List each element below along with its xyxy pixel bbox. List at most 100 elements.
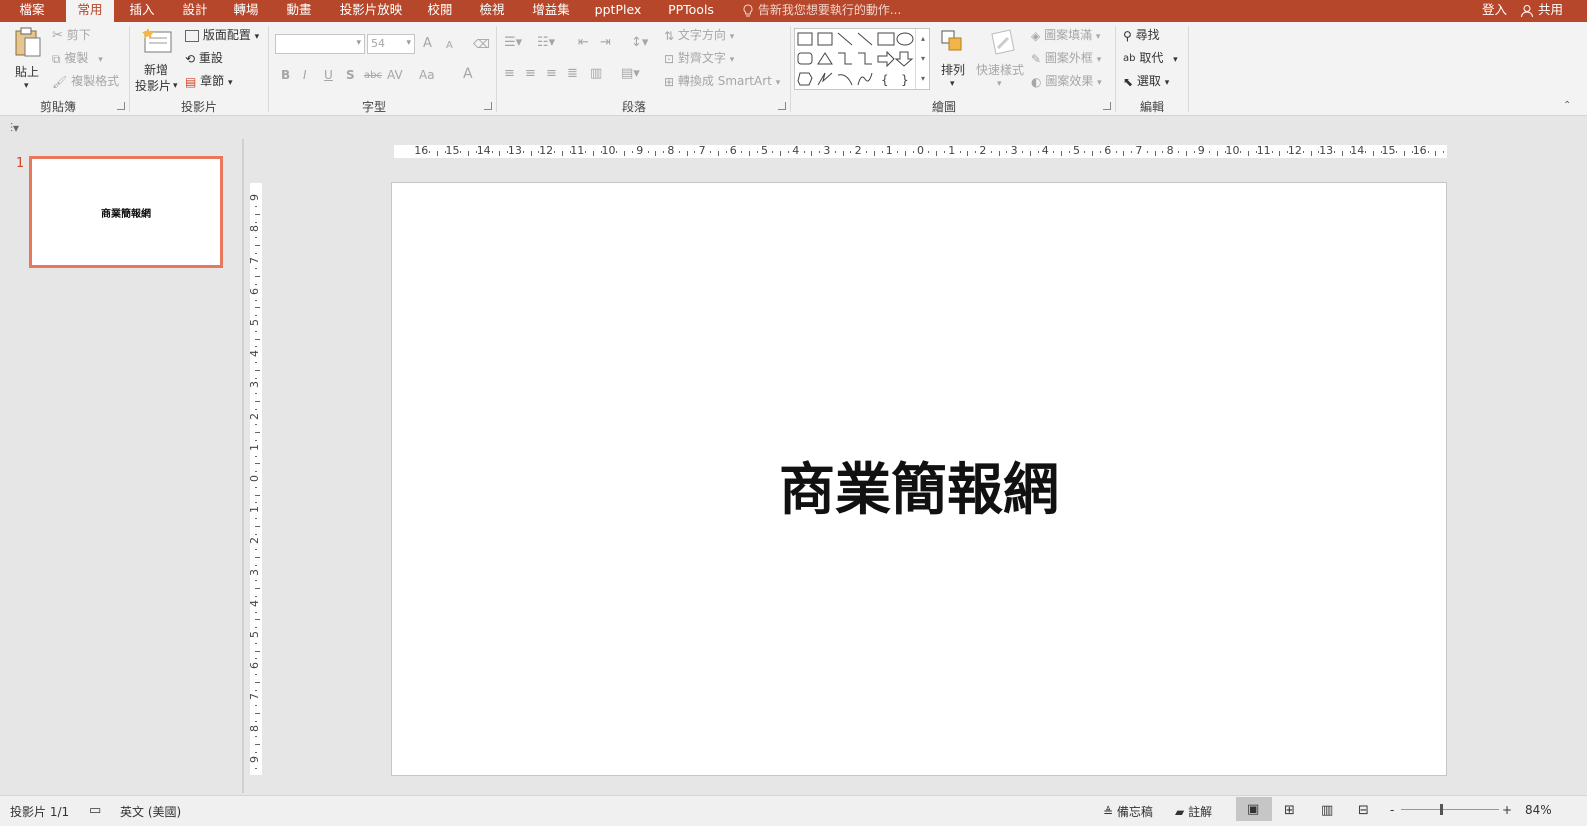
font-size-box[interactable]: 54 ▾ (367, 34, 415, 54)
gallery-scroll[interactable]: ▴ ▾ ▾ (915, 29, 930, 89)
slide-thumbnail[interactable]: 商業簡報網 (29, 156, 223, 268)
copy-dropdown-icon[interactable]: ▾ (98, 55, 103, 65)
drawing-launcher-icon[interactable] (1103, 102, 1111, 110)
section-button[interactable]: ▤ 章節 ▾ (185, 73, 233, 91)
ruler-tick (429, 151, 431, 153)
copy-button[interactable]: ⧉ 複製 ▾ (52, 50, 103, 68)
slide-title[interactable]: 商業簡報網 (392, 445, 1446, 526)
tab-review[interactable]: 校閱 (416, 0, 464, 22)
zoom-slider-thumb[interactable] (1440, 804, 1444, 815)
line-spacing-icon[interactable]: ↕▾ (631, 35, 648, 51)
align-text-button[interactable]: ⊡ 對齊文字 ▾ (664, 50, 734, 68)
ruler-tick (255, 471, 257, 473)
paragraph-launcher-icon[interactable] (778, 102, 786, 110)
numbering-icon[interactable]: ☷▾ (537, 35, 555, 51)
shrink-font-button[interactable]: A (446, 38, 453, 54)
slide-sorter-icon[interactable]: ⊞ (1284, 803, 1295, 818)
pane-splitter[interactable] (242, 139, 244, 793)
distribute-icon[interactable]: ▥ (590, 66, 602, 82)
reset-button[interactable]: ⟲ 重設 (185, 50, 223, 67)
ruler-label: 6 (1104, 144, 1112, 157)
paste-dropdown-icon[interactable]: ▾ (24, 78, 29, 94)
tab-pptools[interactable]: PPTools (661, 0, 721, 22)
align-center-icon[interactable]: ≡ (525, 66, 536, 82)
shape-outline-button[interactable]: ✎ 圖案外框 ▾ (1031, 50, 1101, 68)
outline-view-icon[interactable]: ⫶▾ (10, 120, 19, 136)
font-name-dropdown-icon[interactable]: ▾ (356, 38, 361, 48)
zoom-slider[interactable] (1401, 804, 1499, 815)
justify-icon[interactable]: ≣ (567, 66, 578, 82)
char-spacing-button[interactable]: AV (387, 67, 403, 83)
font-color-button[interactable]: A (463, 66, 473, 82)
font-name-box[interactable]: ▾ (275, 34, 365, 54)
arrange-button[interactable]: 排列 ▾ (937, 28, 971, 94)
shape-fill-button[interactable]: ◈ 圖案填滿 ▾ (1031, 27, 1100, 45)
comments-button[interactable]: ▰ 註解 (1175, 803, 1212, 820)
select-button[interactable]: ⬉ 選取 ▾ (1123, 73, 1169, 91)
align-left-icon[interactable]: ≡ (504, 66, 515, 82)
copy-icon: ⧉ (52, 51, 61, 66)
slideshow-view-icon[interactable]: ⊟ (1358, 803, 1369, 818)
ruler-tick (811, 151, 813, 156)
share-button[interactable]: 共用 (1520, 0, 1587, 22)
paste-button[interactable]: 貼上 ▾ (10, 26, 46, 92)
align-right-icon[interactable]: ≡ (546, 66, 557, 82)
tab-design[interactable]: 設計 (171, 0, 219, 22)
tab-pptplex[interactable]: pptPlex (589, 0, 647, 22)
format-painter-button[interactable]: 🖌 複製格式 (52, 73, 119, 90)
new-slide-button[interactable]: 新增 投影片 ▾ (134, 26, 180, 96)
clear-format-icon[interactable]: ⌫ (473, 36, 490, 52)
columns-icon[interactable]: ▤▾ (621, 66, 640, 82)
text-direction-button[interactable]: ⇅ 文字方向 ▾ (664, 27, 734, 45)
bold-button[interactable]: B (281, 67, 290, 83)
new-slide-dropdown-icon[interactable]: ▾ (173, 78, 178, 94)
clipboard-launcher-icon[interactable] (117, 102, 125, 110)
find-button[interactable]: ⚲ 尋找 (1123, 27, 1160, 44)
quick-styles-button[interactable]: 快速樣式 ▾ (975, 28, 1027, 94)
replace-button[interactable]: ab 取代 ▾ (1123, 50, 1178, 68)
tab-file[interactable]: 檔案 (8, 0, 56, 22)
change-case-button[interactable]: Aa (419, 67, 435, 83)
cut-button[interactable]: ✂ 剪下 (52, 27, 91, 44)
italic-button[interactable]: I (303, 67, 307, 83)
language-indicator[interactable]: 英文 (美國) (120, 803, 181, 820)
tab-slideshow[interactable]: 投影片放映 (333, 0, 409, 22)
decrease-indent-icon[interactable]: ⇤ (578, 35, 589, 51)
tab-view[interactable]: 檢視 (468, 0, 516, 22)
shapes-gallery[interactable]: { } ▴ ▾ ▾ (794, 28, 930, 90)
shape-effects-button[interactable]: ◐ 圖案效果 ▾ (1031, 73, 1102, 91)
normal-view-icon: ▣ (1247, 802, 1260, 817)
grow-font-button[interactable]: A (423, 36, 432, 52)
layout-button[interactable]: 版面配置 ▾ (185, 27, 259, 45)
font-size-dropdown-icon[interactable]: ▾ (406, 38, 411, 48)
font-launcher-icon[interactable] (484, 102, 492, 110)
horizontal-ruler: 16 15 14 13 12 11 10 9 8 7 6 5 4 3 2 1 0 1 2 3 4 5 6 7 8 9 10 11 12 1… (394, 144, 1447, 158)
collapse-ribbon-icon[interactable]: ⌃ (1563, 98, 1571, 114)
zoom-out-button[interactable]: - (1390, 803, 1394, 817)
strikethrough-button[interactable]: abc (364, 68, 382, 84)
bullets-icon[interactable]: ☰▾ (504, 35, 522, 51)
ruler-tick (255, 276, 260, 278)
sign-in-link[interactable]: 登入 (1482, 0, 1507, 20)
tab-insert[interactable]: 插入 (118, 0, 166, 22)
shadow-button[interactable]: S (346, 67, 355, 83)
zoom-level[interactable]: 84% (1525, 803, 1552, 817)
slide-canvas[interactable]: 商業簡報網 (391, 182, 1447, 776)
normal-view-button[interactable]: ▣ (1236, 797, 1272, 821)
tab-addins[interactable]: 增益集 (522, 0, 580, 22)
ruler-tick (255, 533, 257, 535)
tab-transitions[interactable]: 轉場 (222, 0, 270, 22)
zoom-in-button[interactable]: + (1502, 803, 1512, 817)
reading-view-icon[interactable]: ▥ (1321, 803, 1333, 818)
tab-animations[interactable]: 動畫 (275, 0, 323, 22)
underline-button[interactable]: U (324, 67, 333, 83)
increase-indent-icon[interactable]: ⇥ (600, 35, 611, 51)
tab-home[interactable]: 常用 (66, 0, 114, 22)
smartart-button[interactable]: ⊞ 轉換成 SmartArt ▾ (664, 73, 780, 91)
spellcheck-icon[interactable]: ▭ (89, 803, 101, 818)
ruler-tick (1185, 151, 1187, 156)
notes-button[interactable]: ≜ 備忘稿 (1103, 803, 1153, 820)
ruler-tick (255, 455, 257, 457)
tell-me-box[interactable]: 告新我您想要執行的動作... (742, 0, 901, 22)
shape-fill-label: 圖案填滿 (1044, 28, 1093, 42)
